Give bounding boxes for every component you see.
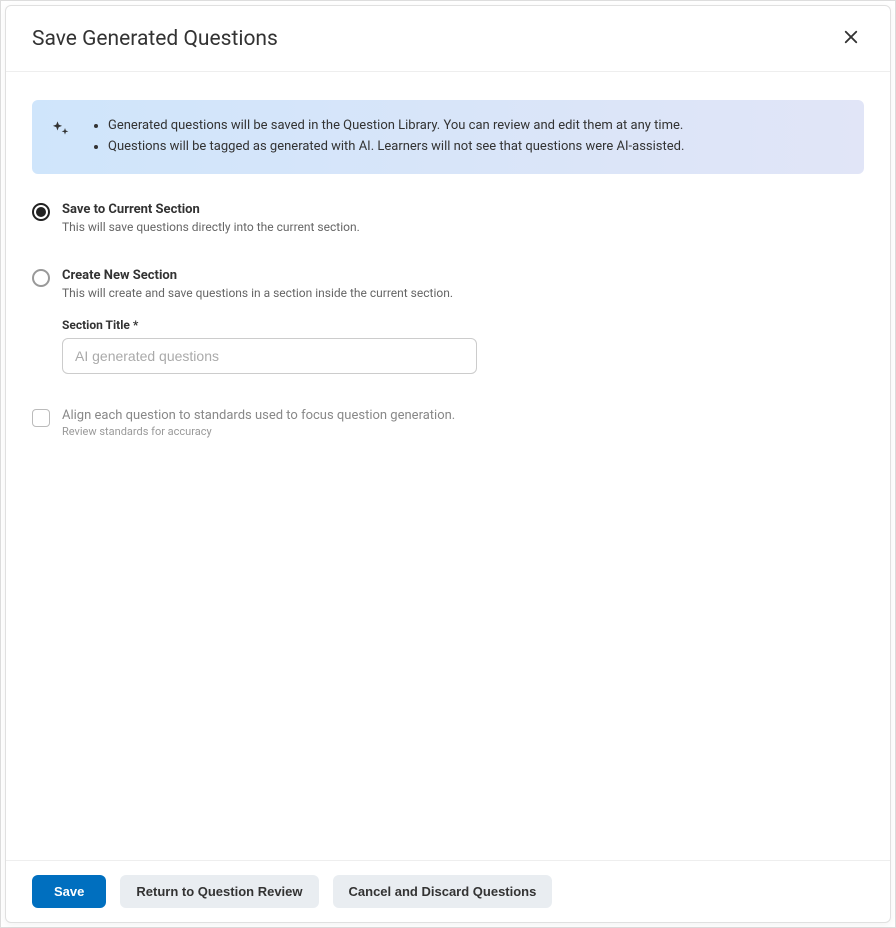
dialog-footer: Save Return to Question Review Cancel an…: [6, 860, 890, 922]
align-checkbox-row: Align each question to standards used to…: [32, 408, 864, 438]
radio-create-new[interactable]: [32, 269, 50, 287]
radio-desc: This will create and save questions in a…: [62, 286, 864, 300]
info-banner: Generated questions will be saved in the…: [32, 100, 864, 174]
dialog-body: Generated questions will be saved in the…: [6, 72, 890, 860]
align-checkbox[interactable]: [32, 409, 50, 427]
radio-group-create-new: Create New Section This will create and …: [32, 268, 864, 374]
save-questions-dialog: Save Generated Questions: [5, 5, 891, 923]
section-title-label: Section Title *: [62, 318, 864, 332]
dialog-header: Save Generated Questions: [6, 6, 890, 72]
sparkle-icon: [50, 118, 70, 142]
info-item: Questions will be tagged as generated wi…: [108, 137, 684, 158]
info-list: Generated questions will be saved in the…: [88, 116, 684, 158]
radio-save-current[interactable]: [32, 203, 50, 221]
align-sublabel: Review standards for accuracy: [62, 425, 864, 438]
align-label: Align each question to standards used to…: [62, 408, 864, 423]
close-button[interactable]: [838, 24, 864, 53]
radio-label: Save to Current Section: [62, 202, 864, 217]
save-button[interactable]: Save: [32, 875, 106, 908]
return-button[interactable]: Return to Question Review: [120, 875, 318, 908]
info-item: Generated questions will be saved in the…: [108, 116, 684, 137]
radio-label: Create New Section: [62, 268, 864, 283]
dialog-title: Save Generated Questions: [32, 27, 278, 51]
cancel-discard-button[interactable]: Cancel and Discard Questions: [333, 875, 553, 908]
radio-desc: This will save questions directly into t…: [62, 220, 864, 234]
radio-group-save-current: Save to Current Section This will save q…: [32, 202, 864, 234]
close-icon: [842, 28, 860, 49]
section-title-input[interactable]: [62, 338, 477, 374]
